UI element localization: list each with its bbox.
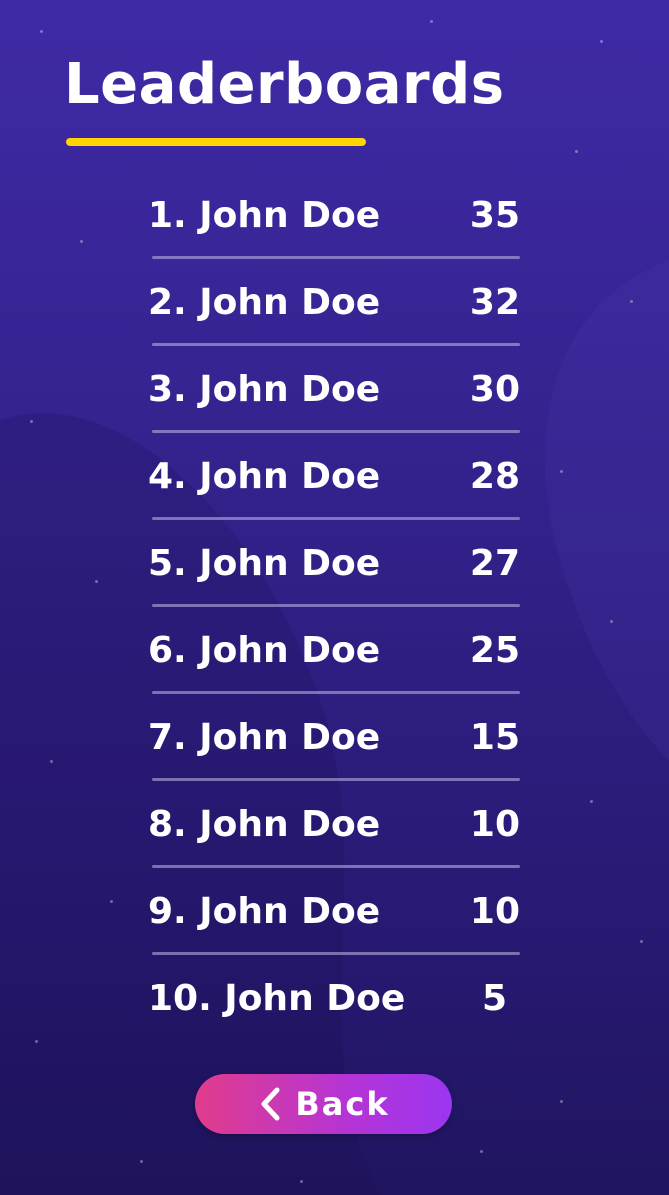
player-name: 4. John Doe: [148, 456, 381, 497]
player-score: 10: [469, 804, 520, 845]
player-score: 35: [469, 195, 520, 236]
player-score: 28: [469, 456, 520, 497]
player-name: 8. John Doe: [148, 804, 381, 845]
leaderboard-row: 2. John Doe 32: [148, 259, 520, 346]
player-name: 3. John Doe: [148, 369, 381, 410]
player-score: 25: [469, 630, 520, 671]
leaderboard-row: 7. John Doe 15: [148, 694, 520, 781]
player-name: 5. John Doe: [148, 543, 381, 584]
player-name: 7. John Doe: [148, 717, 381, 758]
player-score: 27: [469, 543, 520, 584]
leaderboard-row: 10. John Doe 5: [148, 955, 520, 1042]
player-score: 5: [482, 978, 508, 1019]
leaderboard-row: 6. John Doe 25: [148, 607, 520, 694]
player-name: 6. John Doe: [148, 630, 381, 671]
leaderboard-list: 1. John Doe 35 2. John Doe 32 3. John Do…: [148, 172, 520, 1042]
player-score: 15: [469, 717, 520, 758]
player-name: 9. John Doe: [148, 891, 381, 932]
player-score: 32: [469, 282, 520, 323]
leaderboard-row: 1. John Doe 35: [148, 172, 520, 259]
player-name: 10. John Doe: [148, 978, 406, 1019]
chevron-left-icon: [261, 1087, 280, 1121]
leaderboard-row: 4. John Doe 28: [148, 433, 520, 520]
leaderboard-row: 8. John Doe 10: [148, 781, 520, 868]
player-score: 30: [469, 369, 520, 410]
player-name: 2. John Doe: [148, 282, 381, 323]
page-title: Leaderboards: [64, 52, 505, 117]
leaderboard-row: 9. John Doe 10: [148, 868, 520, 955]
title-underline: [66, 138, 366, 146]
leaderboard-row: 3. John Doe 30: [148, 346, 520, 433]
leaderboard-row: 5. John Doe 27: [148, 520, 520, 607]
back-button[interactable]: Back: [195, 1074, 452, 1134]
player-score: 10: [469, 891, 520, 932]
player-name: 1. John Doe: [148, 195, 381, 236]
back-button-label: Back: [295, 1085, 390, 1123]
